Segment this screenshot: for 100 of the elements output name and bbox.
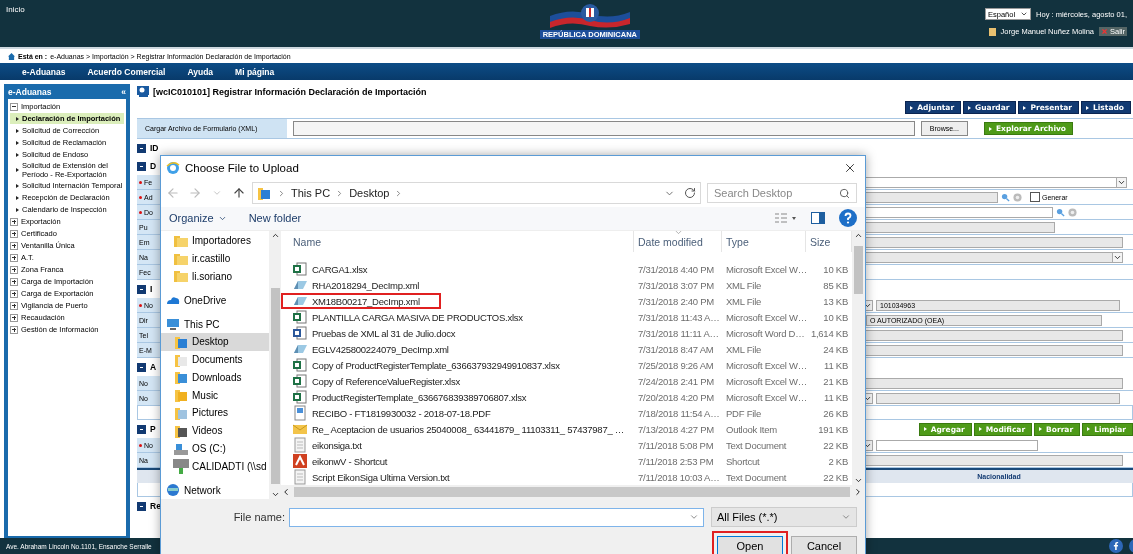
search-icon[interactable] [1001,192,1010,202]
nav-item[interactable]: Downloads [161,368,269,387]
expand-icon[interactable] [10,301,18,310]
file-row[interactable]: eikonwV - Shortcut 7/11/2018 2:53 PM Shortcut 2 KB [281,453,852,469]
menu-item[interactable]: Mi página [235,66,275,77]
menu-item[interactable]: Acuerdo Comercial [87,66,166,77]
file-type-select[interactable]: All Files (*.*) [711,507,857,527]
spreadsheet-icon [292,261,308,277]
file-row[interactable]: PLANTILLA CARGA MASIVA DE PRODUCTOS.xlsx 7/31/2018 11:43 A… Microsoft Excel W… 10 KB [281,309,852,325]
scroll-right-icon[interactable] [853,487,863,497]
scroll-thumb[interactable] [294,487,850,497]
scroll-thumb[interactable] [854,246,863,294]
expand-icon[interactable] [10,277,18,286]
file-input[interactable] [293,121,915,136]
page-title: [wcIC010101] Registrar Información Declaración de Importación [153,86,427,97]
expand-icon[interactable] [10,313,18,322]
dropdown-caret-icon[interactable] [1112,252,1122,262]
file-row[interactable]: ProductRegisterTemplate_636676839389706807.xlsx 7/20/2018 4:20 PM Microsoft Excel W… 11 KB [281,389,852,405]
expand-icon[interactable] [10,229,18,238]
expand-icon[interactable] [10,289,18,298]
menu-item[interactable]: e-Aduanas [22,66,66,77]
column-header[interactable]: Date modified [634,231,722,252]
date-cell-text: 7/11/2018 5:08 PM [637,439,715,451]
facebook-icon[interactable] [1109,539,1123,553]
collapse-icon[interactable] [137,424,146,434]
file-name: EGLV425800224079_DecImp.xml [312,343,449,355]
scrollbar[interactable] [852,231,865,485]
file-row[interactable]: Copy of ProductRegisterTemplate_636637932949910837.xlsx 7/25/2018 9:26 AM Microsoft Excel W… 11 KB [281,357,852,373]
file-row[interactable]: Copy of ReferenceValueRegister.xlsx 7/24/2018 2:41 PM Microsoft Excel W… 21 KB [281,373,852,389]
home-link[interactable]: Inicio [6,5,25,14]
nav-item[interactable]: CALIDADTI (\\sd [161,457,269,476]
nav-item[interactable]: This PC [161,315,269,333]
expand-icon[interactable] [10,217,18,226]
text-file-icon [292,469,308,485]
expand-icon[interactable] [10,325,18,334]
nav-item[interactable]: Importadores [161,232,269,250]
path-segment[interactable]: This PC [291,187,331,199]
collapse-icon[interactable] [137,284,146,294]
menu-item[interactable]: Ayuda [187,66,214,77]
search-icon[interactable] [1056,207,1065,217]
file-row[interactable]: XM18B00217_DecImp.xml 7/31/2018 2:40 PM XML File 13 KB [281,293,852,309]
file-name: Re_ Aceptacion de usuarios 25040008_ 63441879_ 11103311_ 57437987_ … [312,423,625,435]
scroll-up-icon[interactable] [854,231,863,240]
cancel-button[interactable]: Cancel [791,536,857,554]
chevron-icon [277,188,286,198]
file-row[interactable]: RHA2018294_DecImp.xml 7/31/2018 3:07 PM XML File 85 KB [281,277,852,293]
scrollbar[interactable] [281,485,865,499]
collapse-icon[interactable] [137,501,146,511]
file-row[interactable]: Script EikonSiga Ultima Version.txt 7/11/2018 10:03 A… Text Document 22 KB [281,469,852,485]
address-bar[interactable]: This PC Desktop [252,182,701,204]
new-folder-button[interactable]: New folder [248,212,302,225]
nav-item[interactable]: Documents [161,350,269,369]
collapse-icon[interactable] [137,362,146,372]
nav-item[interactable]: Videos [161,421,269,440]
path-segment[interactable]: Desktop [349,187,390,199]
nav-item[interactable]: Network [161,481,269,499]
nav-item[interactable]: OS (C:) [161,439,269,458]
expand-icon[interactable] [10,265,18,274]
file-row[interactable]: Re_ Aceptacion de usuarios 25040008_ 63441879_ 11103311_ 57437987_ … 7/13/2018 4:27 PM Outlook Item 191 KB [281,421,852,437]
help-icon[interactable] [839,209,857,228]
dialog-title: Choose File to Upload [185,161,300,174]
music-folder-icon [173,387,189,404]
caret-icon [212,188,222,198]
nav-item[interactable]: ir.castillo [161,249,269,268]
file-row[interactable]: RECIBO - FT1819930032 - 2018-07-18.PDF 7/18/2018 11:54 A… PDF File 26 KB [281,405,852,421]
scroll-thumb[interactable] [270,288,280,484]
file-row[interactable]: eikonsiga.txt 7/11/2018 5:08 PM Text Document 22 KB [281,437,852,453]
expand-icon[interactable] [10,253,18,262]
checkbox[interactable] [1030,192,1040,202]
scrollbar[interactable] [269,231,281,499]
scroll-down-icon[interactable] [854,476,863,485]
dropdown-caret-icon[interactable] [1116,177,1126,187]
expand-icon[interactable] [10,241,18,250]
nav-item[interactable]: Pictures [161,404,269,422]
nav-item[interactable]: Desktop [161,332,269,351]
column-header[interactable]: Name [289,231,634,252]
nav-item[interactable]: OneDrive [161,291,269,310]
scroll-down-icon[interactable] [270,490,280,499]
file-name-field[interactable] [289,507,704,527]
file-row[interactable]: EGLV425800224079_DecImp.xml 7/31/2018 8:47 AM XML File 24 KB [281,341,852,357]
organize-button[interactable]: Organize [169,212,227,225]
nav-item[interactable]: Music [161,386,269,405]
collapse-button[interactable]: « [121,86,126,97]
type-cell-text: XML File [725,295,763,307]
file-row[interactable]: CARGA1.xlsx 7/31/2018 4:40 PM Microsoft Excel W… 10 KB [281,261,852,277]
input-field[interactable] [876,439,1038,451]
date-cell-text: 7/31/2018 11:11 A… [637,327,720,339]
column-header[interactable]: Type [722,231,806,252]
refresh-icon[interactable] [684,187,696,199]
collapse-icon[interactable] [10,102,18,111]
scroll-up-icon[interactable] [270,231,280,240]
preview-pane-icon[interactable] [811,212,825,225]
dropdown-caret-icon[interactable] [1020,10,1029,18]
date-cell-text: 7/24/2018 2:41 PM [637,375,716,387]
date-cell-text: 7/11/2018 10:03 A… [637,471,721,483]
scroll-left-icon[interactable] [281,487,291,497]
file-row[interactable]: Pruebas de XML al 31 de Julio.docx 7/31/2018 11:11 A… Microsoft Word D… 1,614 KB [281,325,852,341]
nav-item[interactable]: li.soriano [161,267,269,286]
search-field[interactable]: Search Desktop [707,183,857,203]
input-field[interactable] [876,392,1120,404]
